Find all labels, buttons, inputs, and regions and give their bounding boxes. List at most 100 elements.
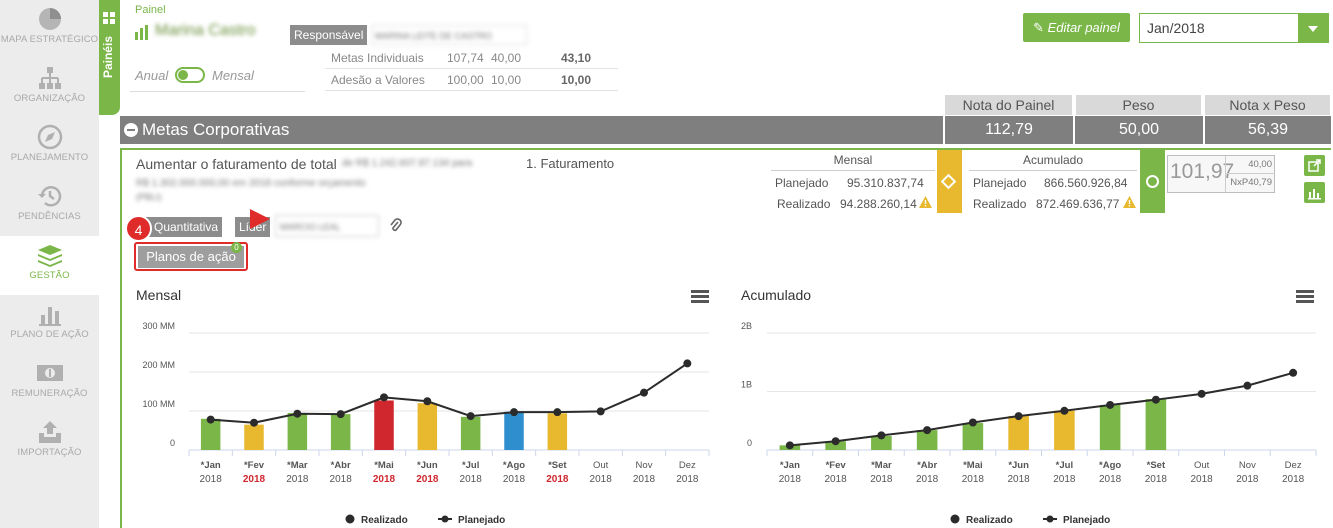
chart-acumulado-title: Acumulado (741, 287, 812, 303)
nav-label: PENDÊNCIAS (18, 211, 81, 222)
x-tick-year: 2018 (503, 474, 526, 485)
paperclip-icon[interactable] (388, 217, 402, 233)
lider-value: MARCIO LEAL (275, 215, 379, 237)
chart-icon[interactable] (1304, 182, 1325, 203)
score-nota-x-peso: 56,39 (1247, 121, 1289, 138)
x-tick-year: 2018 (286, 474, 309, 485)
x-tick-label: *Mai (963, 460, 983, 471)
period-select[interactable]: Jan/2018 (1139, 13, 1329, 43)
x-tick-year: 2018 (416, 474, 439, 485)
bar-realizado (504, 411, 524, 450)
mensal-plan-label: Planejado (775, 176, 829, 190)
x-tick-label: *Set (548, 460, 567, 471)
toggle-label-mensal: Mensal (212, 68, 254, 83)
x-tick-year: 2018 (200, 474, 223, 485)
export-icon[interactable] (1304, 155, 1325, 176)
point-planejado (785, 441, 794, 450)
legend-planejado-label: Planejado (458, 515, 505, 526)
acumulado-plan-label: Planejado (973, 176, 1027, 190)
summary-label-metas: Metas Individuais (331, 51, 424, 65)
goal-description: R$ 1.302.000.000,00 em 2018 conforme orç… (136, 178, 366, 189)
x-tick-year: 2018 (870, 474, 893, 485)
nav-item-mapa-estrategico[interactable]: MAPA ESTRATÉGICO (0, 0, 99, 59)
nav-item-gestao[interactable]: GESTÃO (0, 236, 99, 295)
paineis-label: Painéis (101, 36, 115, 79)
x-tick-year: 2018 (373, 474, 396, 485)
chart-acumulado-menu-icon[interactable] (1296, 290, 1314, 303)
nav-item-plano-de-acao[interactable]: PLANO DE AÇÃO (0, 295, 99, 354)
edit-painel-button[interactable]: ✎ Editar painel (1023, 13, 1130, 42)
x-tick-year: 2018 (546, 474, 569, 485)
x-tick-label: *Abr (917, 460, 937, 471)
pencil-icon: ✎ (1033, 20, 1044, 35)
goal-score-weight: 40,00 (1225, 156, 1275, 174)
bar-realizado (962, 423, 984, 450)
summary-value: 107,74 (447, 51, 484, 65)
indicator-name: 1. Faturamento (526, 156, 615, 171)
nav-item-organizacao[interactable]: ORGANIZAÇÃO (0, 59, 99, 118)
nav-label: GESTÃO (29, 270, 70, 281)
goal-score-nxp: NxP40,79 (1225, 174, 1275, 192)
x-tick-year: 2018 (779, 474, 802, 485)
x-tick-year: 2018 (1145, 474, 1168, 485)
x-tick-label: *Abr (331, 460, 351, 471)
chevron-down-icon (1298, 14, 1328, 42)
x-tick-year: 2018 (1191, 474, 1214, 485)
x-tick-year: 2018 (633, 474, 656, 485)
bar-chart-icon (38, 307, 61, 326)
pie-chart-icon (38, 8, 61, 30)
acumulado-title: Acumulado (1022, 153, 1084, 167)
point-planejado (640, 388, 648, 397)
mensal-summary: Mensal Planejado 95.310.837,74 Realizado… (771, 153, 935, 213)
bar-realizado (287, 412, 308, 450)
bar-realizado (330, 414, 351, 450)
responsavel-value: MARINA LEITE DE CASTRO (371, 25, 527, 45)
x-tick-year: 2018 (1282, 474, 1305, 485)
chart-mensal-menu-icon[interactable] (691, 290, 709, 303)
nav-item-pendencias[interactable]: PENDÊNCIAS (0, 177, 99, 236)
bar-realizado (1054, 410, 1075, 450)
nav-label: MAPA ESTRATÉGICO (0, 34, 99, 45)
divider (325, 90, 618, 91)
nav-item-remuneracao[interactable]: REMUNERAÇÃO (0, 354, 99, 413)
collapse-icon[interactable] (124, 123, 138, 137)
x-tick-year: 2018 (460, 474, 483, 485)
bar-realizado (547, 413, 568, 450)
point-planejado (1243, 381, 1252, 390)
layers-icon (37, 245, 62, 267)
x-tick-year: 2018 (1053, 474, 1076, 485)
cursor-arrow-icon (250, 209, 270, 229)
point-planejado (466, 412, 475, 421)
acumulado-status-bar (1140, 150, 1165, 213)
summary-value: 10,00 (491, 73, 522, 87)
summary-total: 10,00 (561, 73, 592, 87)
point-planejado (1014, 412, 1023, 421)
legend-realizado-marker (345, 514, 355, 524)
section-bar[interactable]: Metas Corporativas 112,79 50,00 56,39 (120, 116, 1331, 144)
nav-item-planejamento[interactable]: PLANEJAMENTO (0, 118, 99, 177)
y-tick-label: 0 (747, 438, 752, 448)
summary-value: 100,00 (447, 73, 484, 87)
nav-label: REMUNERAÇÃO (11, 388, 88, 399)
x-tick-label: Out (593, 460, 609, 471)
x-tick-label: *Ago (1099, 460, 1121, 471)
score-peso: 50,00 (1118, 121, 1160, 138)
mensal-title: Mensal (833, 153, 873, 167)
chart-mensal-title: Mensal (136, 287, 182, 303)
x-tick-year: 2018 (916, 474, 939, 485)
x-tick-label: *Jul (462, 460, 479, 471)
mensal-plan-value: 95.310.837,74 (847, 176, 924, 190)
warning-icon (919, 196, 932, 208)
mensal-real-label: Realizado (777, 197, 831, 211)
header-peso: Peso (1076, 95, 1201, 115)
y-tick-label: 200 MM (142, 360, 175, 370)
nav-item-importacao[interactable]: IMPORTAÇÃO (0, 413, 99, 472)
score-nota-painel: 112,79 (985, 121, 1033, 138)
planos-de-acao-button[interactable]: Planos de ação (138, 246, 244, 268)
legend-planejado-marker (1046, 515, 1054, 523)
anual-mensal-toggle[interactable] (175, 67, 205, 83)
point-planejado (1060, 406, 1069, 415)
painel-label: Painel (135, 4, 166, 16)
point-planejado (1151, 395, 1160, 404)
paineis-side-tab[interactable]: Painéis (99, 0, 120, 115)
